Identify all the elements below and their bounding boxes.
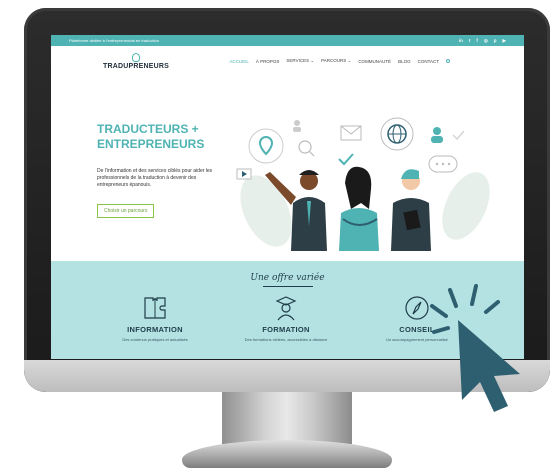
nav-item-accueil[interactable]: ACCUEIL — [229, 59, 249, 64]
facebook-icon[interactable]: f — [476, 38, 478, 44]
hero-title-line1: TRADUCTEURS + — [97, 122, 199, 136]
monitor-stand-base — [182, 440, 392, 468]
offer-title-underline — [263, 286, 313, 287]
user-icon — [431, 127, 443, 143]
mouse-cursor-click-icon — [430, 284, 520, 412]
search-icon[interactable] — [446, 59, 450, 63]
lightbulb-icon — [132, 52, 140, 62]
nav-item-contact[interactable]: CONTACT — [418, 59, 439, 64]
person-icon — [293, 120, 301, 132]
twitter-icon[interactable]: t — [469, 38, 471, 44]
globe-icon — [380, 117, 414, 151]
offer-item-information[interactable]: INFORMATION Des contenus pratiques et ac… — [85, 295, 225, 342]
magnifier-icon — [298, 140, 315, 157]
nav-menu: ACCUEIL À PROPOS SERVICES ⌄ PARCOURS ⌄ C… — [229, 58, 450, 64]
topbar-tagline: Plateforme dédiée à l'entrepreneuriat en… — [69, 38, 159, 43]
graduate-icon — [275, 296, 297, 321]
pinterest-icon[interactable]: p — [494, 38, 497, 44]
offer-subtitle: Des formations ciblées, accessibles à di… — [244, 337, 328, 342]
hero-title-line2: ENTREPRENEURS — [97, 137, 205, 151]
nav-item-blog[interactable]: BLOG — [398, 59, 411, 64]
logo-text: TRADUPRENEURS — [103, 62, 169, 70]
offer-name: FORMATION — [262, 325, 310, 334]
linkedin-icon[interactable]: in — [459, 38, 463, 44]
instagram-icon[interactable]: ◎ — [484, 38, 488, 44]
nav-item-parcours[interactable]: PARCOURS ⌄ — [321, 58, 351, 64]
person-center-illustration — [339, 166, 379, 251]
hero-description: De l'information et des services ciblés … — [97, 168, 213, 188]
offer-subtitle: Des contenus pratiques et actualisés — [122, 337, 188, 342]
offer-name: INFORMATION — [127, 325, 183, 334]
site-logo[interactable]: TRADUPRENEURS — [103, 52, 169, 70]
nav-item-a-propos[interactable]: À PROPOS — [256, 59, 280, 64]
chat-bubble-icon — [428, 155, 458, 173]
offer-item-formation[interactable]: FORMATION Des formations ciblées, access… — [216, 295, 356, 342]
youtube-icon[interactable]: ▶ — [503, 38, 506, 44]
location-pin-icon — [248, 128, 284, 164]
envelope-icon — [340, 125, 362, 141]
puzzle-icon — [144, 297, 166, 319]
choose-path-button[interactable]: Choisir un parcours — [97, 204, 155, 218]
social-links: in t f ◎ p ▶ — [459, 38, 506, 44]
check-icon — [452, 130, 465, 140]
video-play-icon — [236, 168, 252, 180]
nav-item-services[interactable]: SERVICES ⌄ — [286, 58, 314, 64]
checkmark-icon — [338, 153, 354, 166]
person-right-illustration — [391, 169, 431, 251]
hero-section: TRADUCTEURS + ENTREPRENEURS De l'informa… — [51, 76, 524, 261]
hero-title: TRADUCTEURS + ENTREPRENEURS — [97, 122, 227, 152]
monitor-stand-neck — [222, 392, 352, 444]
main-navigation: TRADUPRENEURS ACCUEIL À PROPOS SERVICES … — [51, 46, 524, 76]
website-topbar: Plateforme dédiée à l'entrepreneuriat en… — [51, 35, 524, 46]
nav-item-communaute[interactable]: COMMUNAUTÉ — [358, 59, 391, 64]
hero-illustration — [236, 117, 490, 251]
